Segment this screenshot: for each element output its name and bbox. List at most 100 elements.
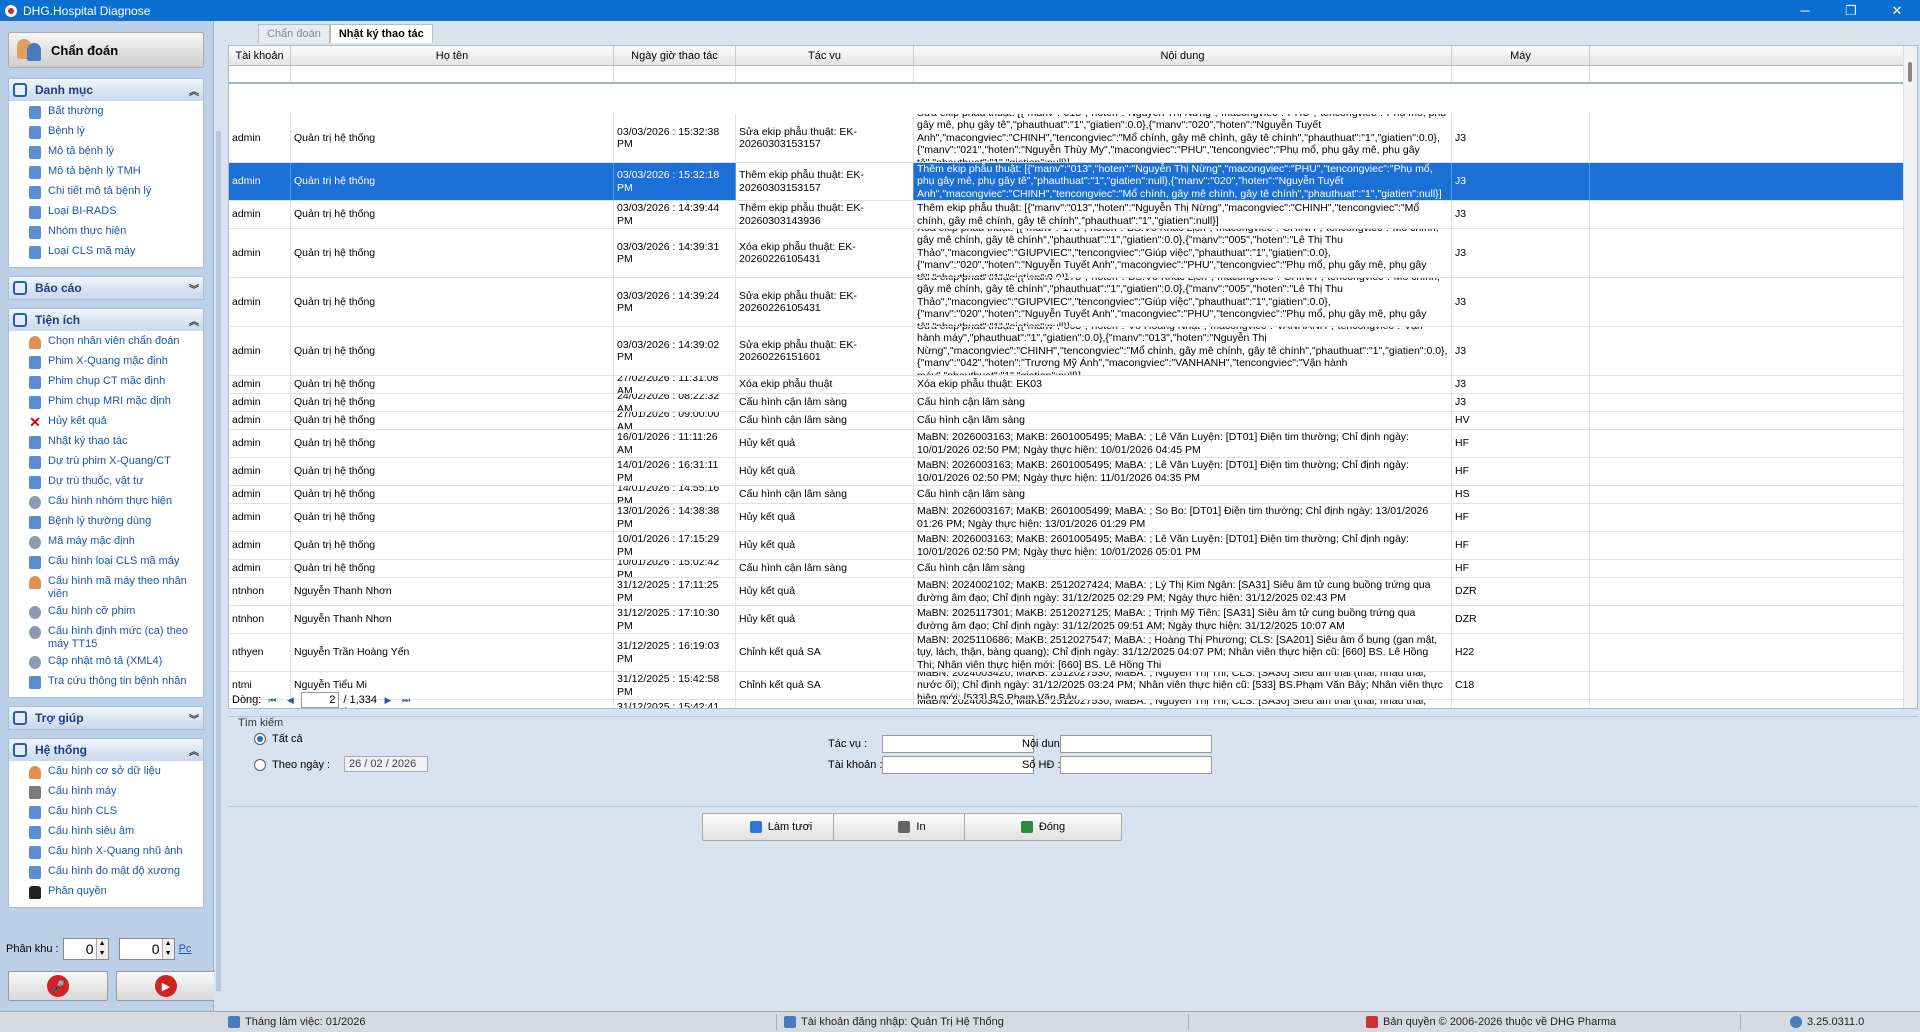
phan-khu-link[interactable]: Pc [179, 943, 192, 955]
collapse-chevron-icon[interactable]: ︾ [185, 711, 203, 726]
sidebar-item[interactable]: Chi tiết mô tả bệnh lý [9, 183, 203, 203]
table-row[interactable]: admin Quản trị hệ thống 14/01/2026 : 16:31… [229, 458, 1904, 486]
table-row[interactable]: admin Quản trị hệ thống 10/01/2026 : 15:02… [229, 560, 1904, 578]
sidebar-item[interactable]: Cấu hình cỡ phim [9, 603, 203, 623]
splitter[interactable] [214, 21, 226, 1011]
tab-chan-doan[interactable]: Chẩn đoán [258, 24, 330, 43]
sidebar-item[interactable]: Cấu hình X-Quang nhũ ảnh [9, 843, 203, 863]
table-row[interactable]: ntmi Nguyễn Tiểu Mi 31/12/2025 : 15:42:58 … [229, 672, 1904, 700]
collapse-chevron-icon[interactable]: ︽ [185, 743, 203, 758]
chan-doan-main-button[interactable]: Chẩn đoán [8, 32, 204, 68]
next-page-icon[interactable]: ▶ [381, 693, 395, 707]
record-button[interactable]: ▶ [116, 971, 216, 1001]
table-row[interactable]: admin Quản trị hệ thống 03/03/2026 : 14:39… [229, 278, 1904, 327]
sidebar-item[interactable]: Chọn nhân viên chẩn đoán [9, 333, 203, 353]
last-page-icon[interactable]: ⏭ [399, 693, 413, 707]
sidebar-scrollbar[interactable] [216, 131, 221, 991]
sidebar-item[interactable]: Nhóm thực hiện [9, 223, 203, 243]
taikhoan-input[interactable] [882, 756, 1034, 774]
sidebar-item[interactable]: Cấu hình CLS [9, 803, 203, 823]
sidebar-item[interactable]: Mã máy mặc định [9, 533, 203, 553]
sidebar-item[interactable]: Phân quyền [9, 883, 203, 903]
sohd-input[interactable] [1060, 756, 1212, 774]
collapse-chevron-icon[interactable]: ︽ [185, 313, 203, 328]
table-row[interactable]: admin Quản trị hệ thống 03/03/2026 : 14:39… [229, 229, 1904, 278]
column-filter-cell[interactable] [229, 66, 291, 82]
radio-date-icon[interactable] [254, 759, 266, 771]
table-row[interactable]: admin Quản trị hệ thống 16/01/2026 : 11:11… [229, 430, 1904, 458]
first-page-icon[interactable]: ⏮ [265, 693, 279, 707]
column-header[interactable]: Ngày giờ thao tác [614, 46, 736, 65]
table-row[interactable]: admin Quản trị hệ thống 27/02/2026 : 11:31… [229, 376, 1904, 394]
table-row[interactable]: admin Quản trị hệ thống 24/02/2026 : 08:22… [229, 394, 1904, 412]
table-row[interactable]: admin Quản trị hệ thống 03/03/2026 : 15:32… [229, 163, 1904, 201]
table-row[interactable]: nthyen Nguyễn Trần Hoàng Yến 31/12/2025 : … [229, 634, 1904, 672]
collapse-chevron-icon[interactable]: ︾ [185, 281, 203, 296]
sidebar-item[interactable]: Loại BI-RADS [9, 203, 203, 223]
sidebar-item[interactable]: Phim chụp MRI mặc định [9, 393, 203, 413]
sidebar-item[interactable]: Bệnh lý thường dùng [9, 513, 203, 533]
sidebar-item[interactable]: Cấu hình cơ sở dữ liệu [9, 763, 203, 783]
sidebar-item[interactable]: Cấu hình định mức (ca) theo máy TT15 [9, 623, 203, 653]
sidebar-group-header[interactable]: Danh mục ︽ [9, 79, 203, 101]
sidebar-item[interactable]: Phim chụp CT mặc định [9, 373, 203, 393]
grid-vertical-scrollbar[interactable] [1903, 46, 1917, 708]
column-filter-cell[interactable] [1452, 66, 1590, 82]
table-row[interactable]: admin Quản trị hệ thống 13/01/2026 : 14:38… [229, 504, 1904, 532]
scroll-thumb[interactable] [1908, 62, 1912, 82]
sidebar-item[interactable]: Bệnh lý [9, 123, 203, 143]
radio-by-date[interactable]: Theo ngày : [254, 759, 330, 771]
column-filter-cell[interactable] [614, 66, 736, 82]
table-row[interactable]: admin Quản trị hệ thống 14/01/2026 : 14:55… [229, 486, 1904, 504]
table-row[interactable]: ntmiNguyễn Tiểu Mi31/12/2025 : 15:42:41 … [229, 700, 1904, 708]
spinner-arrows-icon[interactable]: ▲ ▼ [95, 939, 108, 959]
sidebar-item[interactable]: ✕ Hủy kết quả [9, 413, 203, 433]
phan-khu-spinner-2[interactable]: 0 ▲ ▼ [118, 938, 175, 960]
sidebar-item[interactable]: Bất thường [9, 103, 203, 123]
sidebar-item[interactable]: Mô tả bệnh lý [9, 143, 203, 163]
table-row[interactable]: admin Quản trị hệ thống 27/01/2026 : 09:00… [229, 412, 1904, 430]
date-picker[interactable]: 26 / 02 / 2026 [344, 756, 428, 772]
spinner-arrows-icon[interactable]: ▲ ▼ [161, 939, 174, 959]
sidebar-group-header[interactable]: Hệ thống ︽ [9, 739, 203, 761]
maximize-button[interactable]: ❐ [1828, 0, 1874, 21]
close-window-button[interactable]: ✕ [1874, 0, 1920, 21]
sidebar-group-header[interactable]: Báo cáo ︾ [9, 277, 203, 299]
tacvu-input[interactable] [882, 735, 1034, 753]
collapse-chevron-icon[interactable]: ︽ [185, 83, 203, 98]
column-header[interactable]: Tài khoản [229, 46, 291, 65]
tab-nhat-ky-thao-tac[interactable]: Nhật ký thao tác [329, 24, 433, 43]
sidebar-item[interactable]: Mô tả bệnh lý TMH [9, 163, 203, 183]
table-row[interactable]: ntnhon Nguyễn Thanh Nhơn 31/12/2025 : 17:1… [229, 606, 1904, 634]
table-row[interactable]: admin Quản trị hệ thống 03/03/2026 : 14:39… [229, 201, 1904, 229]
sidebar-item[interactable]: Cấu hình nhóm thực hiện [9, 493, 203, 513]
close-button[interactable]: Đóng [964, 813, 1122, 841]
sidebar-item[interactable]: Nhật ký thao tác [9, 433, 203, 453]
minimize-button[interactable]: ─ [1782, 0, 1828, 21]
table-row[interactable]: admin Quản trị hệ thống 10/01/2026 : 17:15… [229, 532, 1904, 560]
prev-page-icon[interactable]: ◀ [283, 693, 297, 707]
column-filter-cell[interactable] [291, 66, 614, 82]
radio-all[interactable]: Tất cả [254, 733, 303, 745]
table-row[interactable]: admin Quản trị hệ thống 03/03/2026 : 15:32… [229, 114, 1904, 163]
sidebar-item[interactable]: Cấu hình máy [9, 783, 203, 803]
microphone-button[interactable]: 🎤 [8, 971, 108, 1001]
column-filter-cell[interactable] [736, 66, 914, 82]
noidung-input[interactable] [1060, 735, 1212, 753]
sidebar-item[interactable]: Phim X-Quang mặc định [9, 353, 203, 373]
sidebar-item[interactable]: Dự trù thuốc, vật tư [9, 473, 203, 493]
sidebar-item[interactable]: Tra cứu thông tin bệnh nhân [9, 673, 203, 693]
column-filter-cell[interactable] [914, 66, 1452, 82]
sidebar-item[interactable]: Cập nhật mô tả (XML4) [9, 653, 203, 673]
page-input[interactable]: 2 [301, 692, 340, 708]
table-row[interactable]: ntnhon Nguyễn Thanh Nhơn 31/12/2025 : 17:1… [229, 578, 1904, 606]
sidebar-item[interactable]: Dự trù phim X-Quang/CT [9, 453, 203, 473]
sidebar-group-header[interactable]: Tiện ích ︽ [9, 309, 203, 331]
column-header[interactable]: Máy [1452, 46, 1590, 65]
radio-all-icon[interactable] [254, 733, 266, 745]
sidebar-group-header[interactable]: Trợ giúp ︾ [9, 707, 203, 729]
sidebar-item[interactable]: Loại CLS mã máy [9, 243, 203, 263]
sidebar-item[interactable]: Cấu hình đo mật độ xương [9, 863, 203, 883]
column-header[interactable]: Họ tên [291, 46, 614, 65]
table-row[interactable]: admin Quản trị hệ thống 03/03/2026 : 14:39… [229, 327, 1904, 376]
